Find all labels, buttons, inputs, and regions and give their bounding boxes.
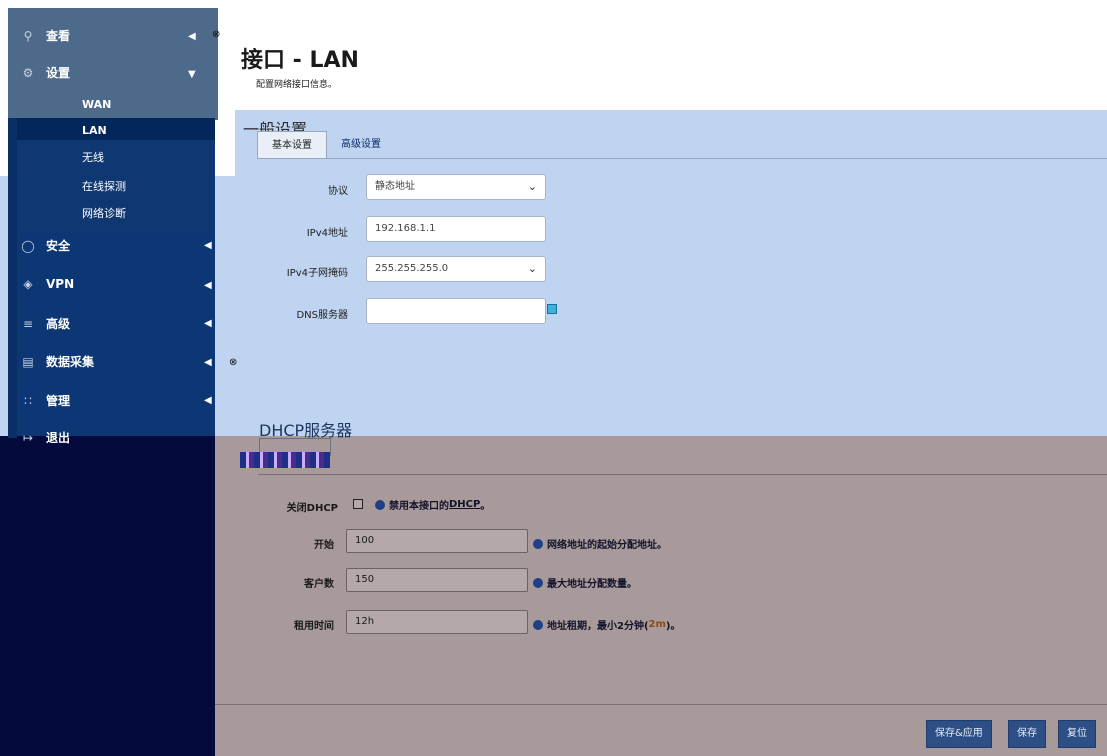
sidebar-item-label: 数据采集: [46, 355, 95, 369]
vpn-shield-icon: ◈: [23, 277, 33, 291]
page-description: 配置网络接口信息。: [256, 80, 338, 90]
sidebar-item-view[interactable]: ⚲ 查看: [20, 27, 70, 44]
sidebar-item-data-collect[interactable]: ▤ 数据采集: [20, 353, 94, 370]
protocol-value: 静态地址: [375, 181, 415, 192]
dhcp-settings-panel: [215, 436, 1107, 756]
add-dns-icon[interactable]: [547, 304, 557, 314]
sidebar-item-vpn[interactable]: ◈ VPN: [20, 276, 74, 292]
chevron-down-icon: ⌄: [527, 180, 537, 193]
clients-label: 客户数: [304, 579, 334, 590]
search-icon: ⚲: [23, 28, 33, 43]
footer-divider: [215, 704, 1107, 705]
lease-hint: 地址租期，最小2分钟( 2m )。: [533, 617, 681, 632]
clients-input[interactable]: 150: [346, 568, 528, 592]
sidebar-item-wireless[interactable]: 无线: [82, 149, 104, 165]
tab-divider: [257, 158, 1107, 159]
start-value: 100: [355, 535, 375, 546]
sidebar-item-label: 查看: [46, 29, 71, 43]
sidebar-item-label: 设置: [46, 66, 71, 80]
sidebar-item-advanced[interactable]: ≡ 高级: [20, 315, 70, 332]
sidebar-item-label: VPN: [46, 277, 75, 291]
sidebar-item-label: 管理: [46, 394, 71, 408]
dhcp-divider: [258, 474, 1107, 475]
sidebar-item-settings[interactable]: ⚙ 设置: [20, 64, 70, 81]
grid-icon: ∷: [24, 393, 32, 408]
glitch-mark: ⊗: [212, 29, 221, 40]
page-title: 接口 - LAN: [241, 48, 359, 73]
sidebar-item-manage[interactable]: ∷ 管理: [20, 392, 70, 409]
start-label: 开始: [314, 540, 334, 551]
hint-text: 地址租期，最小2分钟(: [547, 621, 649, 632]
info-icon: [533, 619, 543, 630]
chevron-left-icon: ◀: [204, 395, 212, 406]
database-icon: ▤: [22, 354, 34, 369]
sidebar-item-label: 高级: [46, 317, 71, 331]
disable-dhcp-label: 关闭DHCP: [286, 503, 338, 514]
sidebar-lan-highlight: [17, 118, 215, 140]
sidebar-item-security[interactable]: ◯ 安全: [20, 237, 70, 254]
clients-hint: 最大地址分配数量。: [533, 575, 637, 590]
subnet-mask-select[interactable]: 255.255.255.0 ⌄: [366, 256, 546, 282]
disable-dhcp-hint: 禁用本接口的 DHCP 。: [375, 497, 490, 512]
ipv4-value: 192.168.1.1: [375, 223, 436, 234]
protocol-select[interactable]: 静态地址 ⌄: [366, 174, 546, 200]
tab-basic[interactable]: 基本设置: [257, 131, 327, 159]
lease-input[interactable]: 12h: [346, 610, 528, 634]
hint-text: 最大地址分配数量。: [547, 579, 637, 590]
info-icon: [533, 538, 543, 549]
sliders-icon: ≡: [22, 316, 34, 331]
reset-button[interactable]: 复位: [1058, 720, 1096, 748]
gear-icon: ⚙: [22, 65, 34, 80]
chevron-left-icon: ◀: [204, 240, 212, 251]
render-noise: [240, 452, 330, 468]
shield-icon: ◯: [21, 238, 35, 253]
chevron-left-icon: ◀: [204, 357, 212, 368]
chevron-left-icon: ◀: [188, 31, 196, 42]
save-button[interactable]: 保存: [1008, 720, 1046, 748]
start-hint: 网络地址的起始分配地址。: [533, 536, 667, 551]
sidebar-item-lan[interactable]: LAN: [82, 124, 107, 137]
chevron-left-icon: ◀: [204, 318, 212, 329]
sidebar-item-label: 退出: [46, 431, 71, 445]
sidebar-item-wan[interactable]: WAN: [82, 98, 111, 111]
chevron-down-icon: ▼: [188, 69, 196, 80]
subnet-mask-label: IPv4子网掩码: [286, 268, 348, 279]
dns-label: DNS服务器: [296, 310, 348, 321]
info-icon: [375, 499, 385, 510]
chevron-left-icon: ◀: [204, 280, 212, 291]
ipv4-input[interactable]: 192.168.1.1: [366, 216, 546, 242]
hint-code: 2m: [648, 619, 666, 630]
hint-text: 。: [480, 501, 491, 512]
save-apply-button[interactable]: 保存&应用: [926, 720, 992, 748]
logout-icon: ↦: [22, 430, 34, 445]
protocol-label: 协议: [328, 186, 348, 197]
chevron-down-icon: ⌄: [527, 262, 537, 275]
tab-bar: 基本设置 高级设置: [257, 131, 395, 159]
sidebar-item-label: 安全: [46, 239, 71, 253]
sidebar-edge: [8, 118, 17, 438]
lease-label: 租用时间: [294, 621, 334, 632]
lease-value: 12h: [355, 616, 375, 627]
hint-text: 禁用本接口的: [389, 501, 449, 512]
start-input[interactable]: 100: [346, 529, 528, 553]
subnet-mask-value: 255.255.255.0: [375, 263, 449, 274]
sidebar-item-net-diag[interactable]: 网络诊断: [82, 205, 126, 221]
info-icon: [533, 577, 543, 588]
dns-input[interactable]: [366, 298, 546, 324]
ipv4-label: IPv4地址: [306, 228, 348, 239]
disable-dhcp-checkbox[interactable]: [353, 499, 363, 509]
sidebar-item-logout[interactable]: ↦ 退出: [20, 429, 70, 446]
tab-advanced[interactable]: 高级设置: [327, 131, 395, 159]
glitch-mark: ⊗: [229, 357, 238, 368]
sidebar-item-online-probe[interactable]: 在线探测: [82, 178, 126, 194]
hint-text: )。: [665, 621, 681, 632]
clients-value: 150: [355, 574, 375, 585]
hint-link: DHCP: [449, 499, 481, 510]
hint-text: 网络地址的起始分配地址。: [547, 540, 667, 551]
